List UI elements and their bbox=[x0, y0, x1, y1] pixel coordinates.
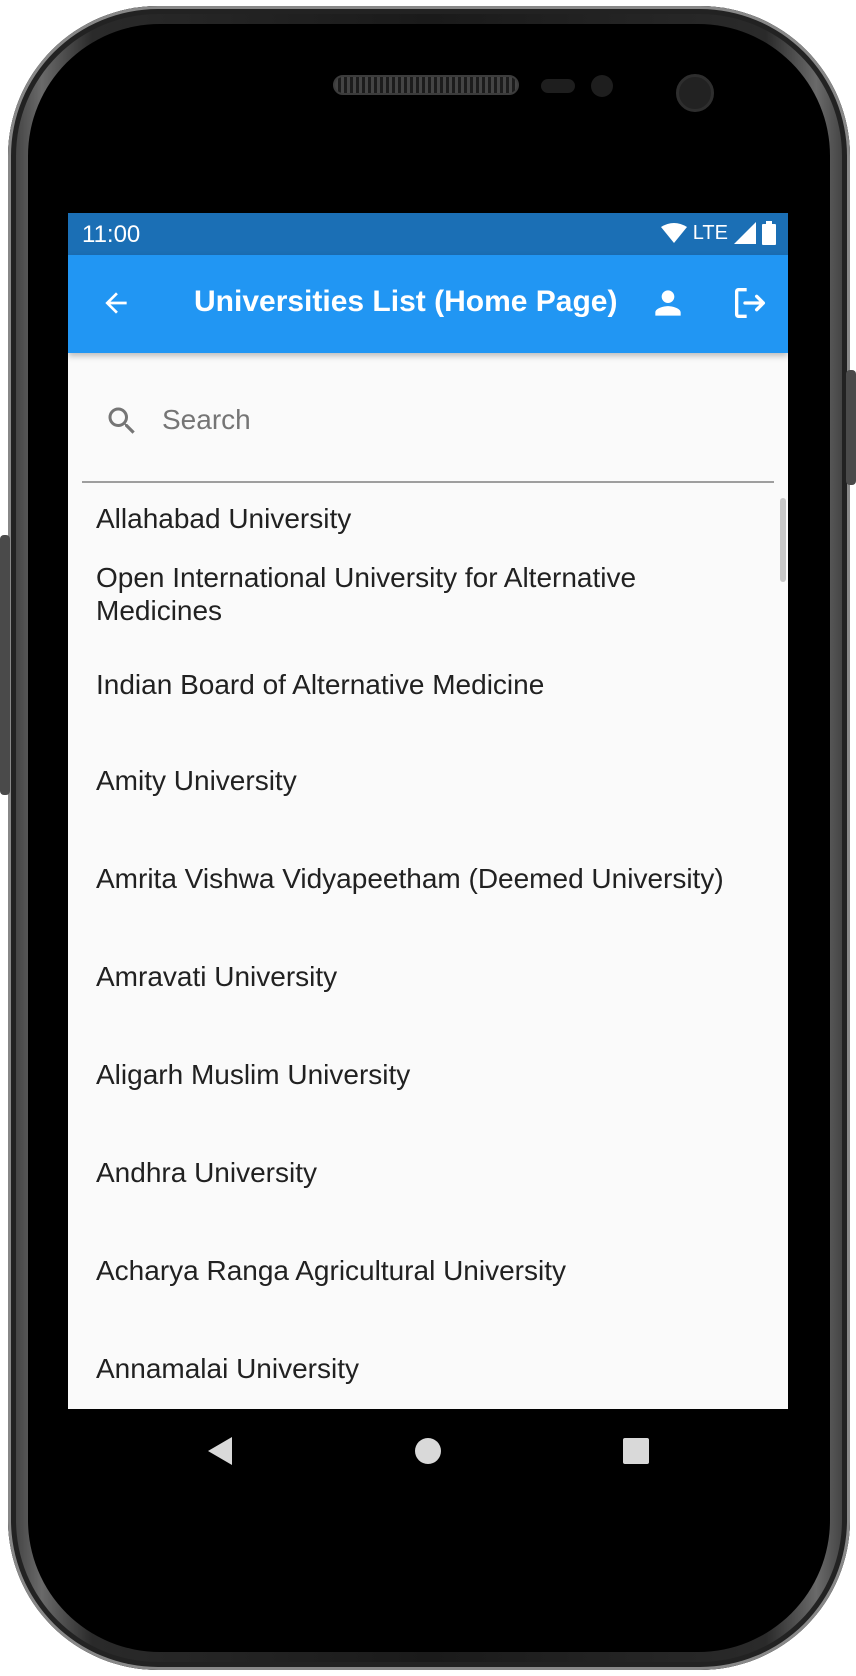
list-scrollbar[interactable] bbox=[780, 498, 786, 582]
nav-back-icon bbox=[208, 1437, 232, 1465]
person-icon bbox=[655, 290, 681, 316]
profile-button[interactable] bbox=[640, 275, 696, 331]
search-field[interactable] bbox=[82, 353, 774, 483]
logout-icon bbox=[735, 288, 765, 318]
phone-side-button-left bbox=[0, 535, 10, 795]
phone-proximity-sensor bbox=[591, 75, 613, 97]
nav-recents-icon bbox=[623, 1438, 649, 1464]
list-item[interactable]: Indian Board of Alternative Medicine bbox=[68, 637, 788, 731]
front-camera bbox=[676, 74, 714, 112]
university-list: Allahabad University Open International … bbox=[68, 485, 788, 1417]
list-item[interactable]: Amrita Vishwa Vidyapeetham (Deemed Unive… bbox=[68, 829, 788, 927]
nav-home-icon bbox=[415, 1438, 441, 1464]
arrow-back-icon bbox=[105, 292, 127, 314]
phone-side-button-right bbox=[846, 370, 856, 485]
cell-signal-icon bbox=[734, 222, 756, 244]
search-icon bbox=[108, 407, 135, 434]
university-name: Acharya Ranga Agricultural University bbox=[96, 1254, 566, 1286]
logout-button[interactable] bbox=[722, 275, 778, 331]
nav-recents-button[interactable] bbox=[614, 1429, 658, 1473]
list-item[interactable]: Amity University bbox=[68, 731, 788, 829]
university-name: Indian Board of Alternative Medicine bbox=[96, 668, 545, 700]
list-item[interactable]: Aligarh Muslim University bbox=[68, 1025, 788, 1123]
status-icons: LTE bbox=[660, 221, 776, 245]
phone-sensor bbox=[541, 79, 575, 93]
list-item[interactable]: Open International University for Altern… bbox=[68, 551, 788, 637]
phone-speaker bbox=[333, 75, 519, 95]
list-item[interactable]: Andhra University bbox=[68, 1123, 788, 1221]
app-screen: 11:00 LTE Universities List (Home Page) bbox=[68, 213, 788, 1493]
university-name: Allahabad University bbox=[96, 502, 352, 534]
page-title: Universities List (Home Page) bbox=[194, 285, 618, 318]
university-name: Annamalai University bbox=[96, 1352, 359, 1384]
app-bar: Universities List (Home Page) bbox=[68, 255, 788, 353]
status-time: 11:00 bbox=[82, 221, 141, 248]
list-item[interactable]: Annamalai University bbox=[68, 1319, 788, 1417]
university-name: Amrita Vishwa Vidyapeetham (Deemed Unive… bbox=[96, 862, 724, 894]
university-name: Aligarh Muslim University bbox=[96, 1058, 411, 1090]
university-name: Andhra University bbox=[96, 1156, 317, 1188]
nav-home-button[interactable] bbox=[406, 1429, 450, 1473]
status-bar: 11:00 LTE bbox=[68, 213, 788, 255]
university-name: Amity University bbox=[96, 764, 297, 796]
university-name: Amravati University bbox=[96, 960, 338, 992]
system-nav-bar bbox=[68, 1409, 788, 1493]
list-item[interactable]: Acharya Ranga Agricultural University bbox=[68, 1221, 788, 1319]
nav-back-button[interactable] bbox=[198, 1429, 242, 1473]
battery-icon bbox=[762, 221, 776, 245]
university-name: Open International University for Altern… bbox=[96, 562, 637, 626]
list-item[interactable]: Allahabad University bbox=[68, 485, 788, 551]
list-item[interactable]: Amravati University bbox=[68, 927, 788, 1025]
search-input[interactable] bbox=[162, 395, 742, 445]
wifi-icon bbox=[660, 223, 687, 243]
back-button[interactable] bbox=[88, 275, 144, 331]
network-type-label: LTE bbox=[692, 221, 728, 244]
